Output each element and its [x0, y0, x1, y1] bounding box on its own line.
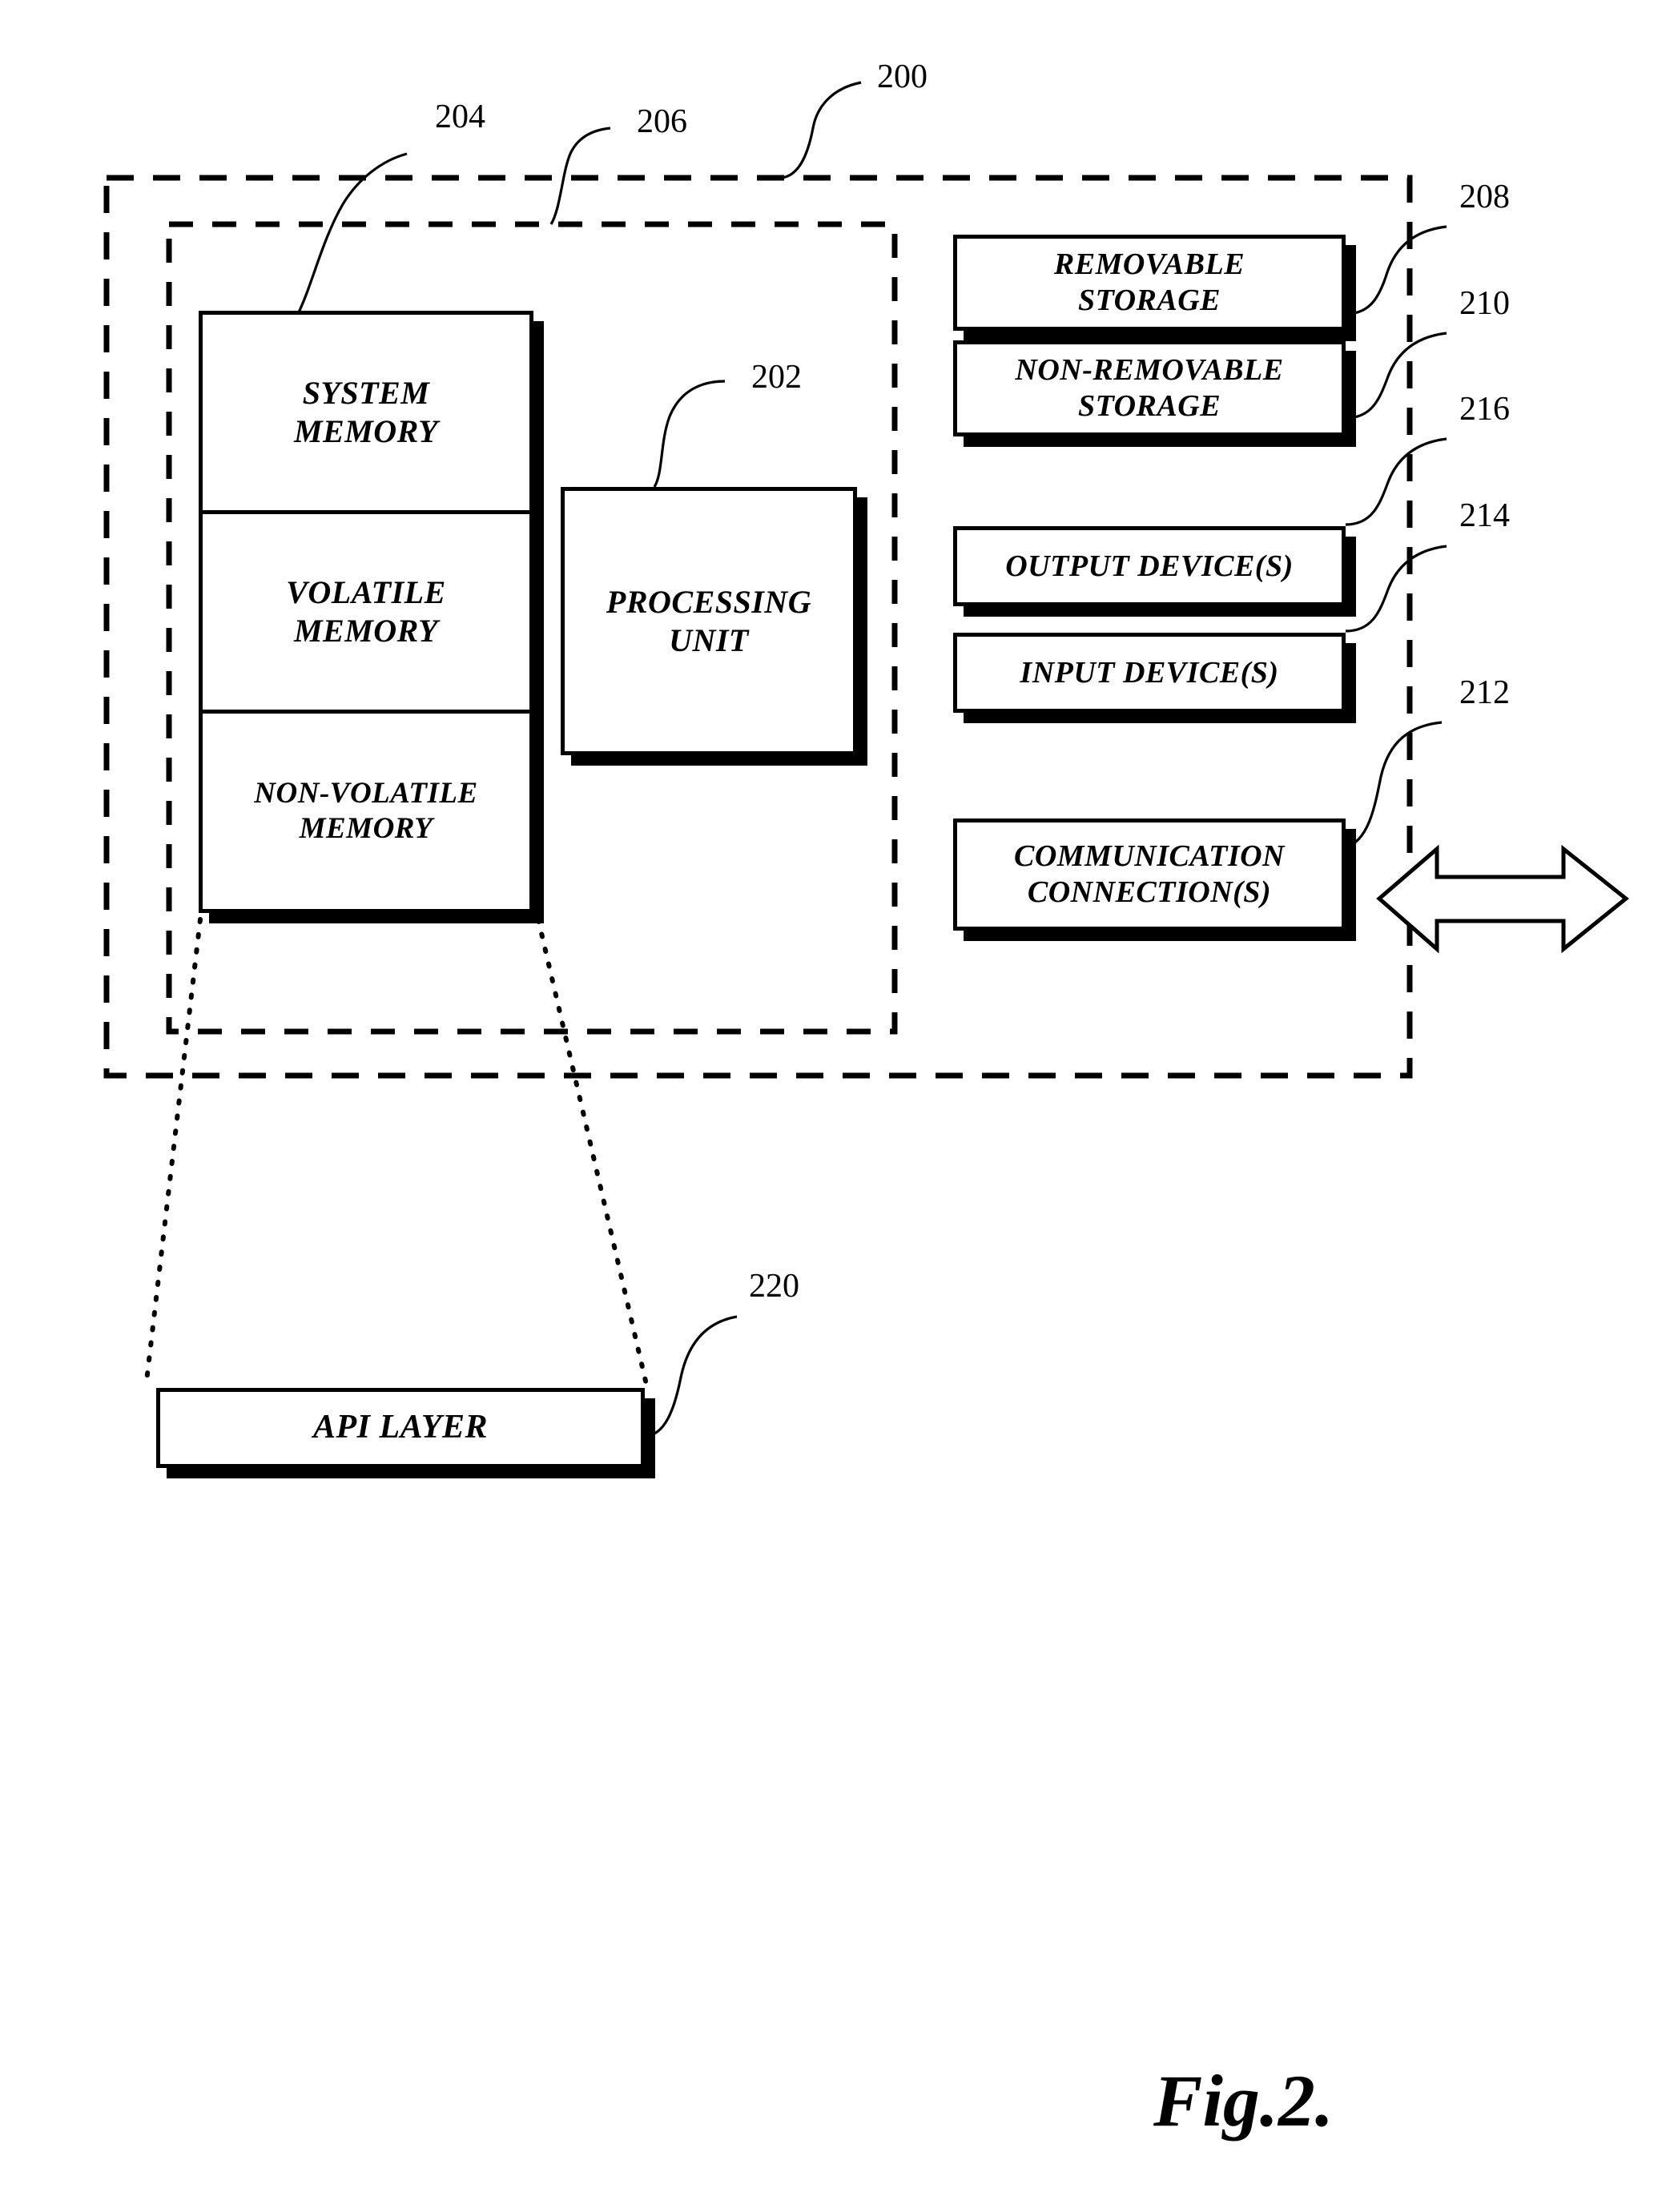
- memory-cell-system-memory: SYSTEM MEMORY: [203, 315, 529, 514]
- leader-line-216: [1345, 437, 1447, 526]
- api-layer-box: API LAYER: [156, 1388, 645, 1468]
- memory-cell-volatile-memory: VOLATILE MEMORY: [203, 514, 529, 714]
- memory-cell-label: VOLATILE MEMORY: [286, 574, 446, 649]
- leader-line-202: [653, 380, 726, 488]
- api-layer-label: API LAYER: [312, 1409, 489, 1446]
- ref-numeral-212: 212: [1459, 674, 1510, 711]
- leader-line-206: [549, 127, 611, 225]
- input-devices-label: INPUT DEVICE(S): [1020, 655, 1279, 690]
- ref-numeral-210: 210: [1459, 285, 1510, 322]
- ref-numeral-202: 202: [751, 359, 802, 396]
- ref-numeral-200: 200: [877, 58, 928, 95]
- leader-line-214: [1345, 545, 1447, 633]
- ref-numeral-208: 208: [1459, 179, 1510, 215]
- processing-unit-label: PROCESSING UNIT: [606, 584, 812, 658]
- communication-connections-label: COMMUNICATION CONNECTION(S): [1013, 839, 1286, 909]
- ref-numeral-216: 216: [1459, 391, 1510, 428]
- non-removable-storage-box: NON-REMOVABLE STORAGE: [953, 340, 1346, 436]
- callout-dotted-right: [536, 917, 650, 1390]
- ref-numeral-214: 214: [1459, 497, 1510, 534]
- memory-cell-label: NON-VOLATILE MEMORY: [254, 776, 478, 845]
- communication-connections-box: COMMUNICATION CONNECTION(S): [953, 818, 1346, 931]
- processing-unit-box: PROCESSING UNIT: [561, 487, 857, 755]
- leader-line-210: [1345, 332, 1447, 420]
- output-devices-box: OUTPUT DEVICE(S): [953, 526, 1346, 606]
- memory-cell-label: SYSTEM MEMORY: [293, 375, 439, 449]
- leader-line-204: [296, 152, 408, 315]
- system-memory-stack: SYSTEM MEMORY VOLATILE MEMORY NON-VOLATI…: [199, 311, 533, 913]
- figure-caption: Fig.2.: [1153, 2060, 1334, 2142]
- output-devices-label: OUTPUT DEVICE(S): [1005, 549, 1294, 583]
- leader-line-208: [1345, 225, 1447, 316]
- ref-numeral-204: 204: [435, 99, 485, 135]
- leader-line-212: [1345, 721, 1443, 849]
- removable-storage-label: REMOVABLE STORAGE: [1053, 247, 1245, 317]
- leader-line-200: [780, 81, 862, 179]
- leader-line-220: [645, 1315, 738, 1438]
- ref-numeral-206: 206: [637, 103, 687, 140]
- communication-arrow: [1376, 844, 1629, 954]
- non-removable-storage-label: NON-REMOVABLE STORAGE: [1015, 353, 1284, 423]
- ref-numeral-220: 220: [749, 1268, 799, 1305]
- memory-cell-non-volatile-memory: NON-VOLATILE MEMORY: [203, 714, 529, 909]
- callout-dotted-left: [143, 917, 203, 1390]
- patent-figure: SYSTEM MEMORY VOLATILE MEMORY NON-VOLATI…: [0, 0, 1670, 2212]
- removable-storage-box: REMOVABLE STORAGE: [953, 235, 1346, 331]
- input-devices-box: INPUT DEVICE(S): [953, 633, 1346, 713]
